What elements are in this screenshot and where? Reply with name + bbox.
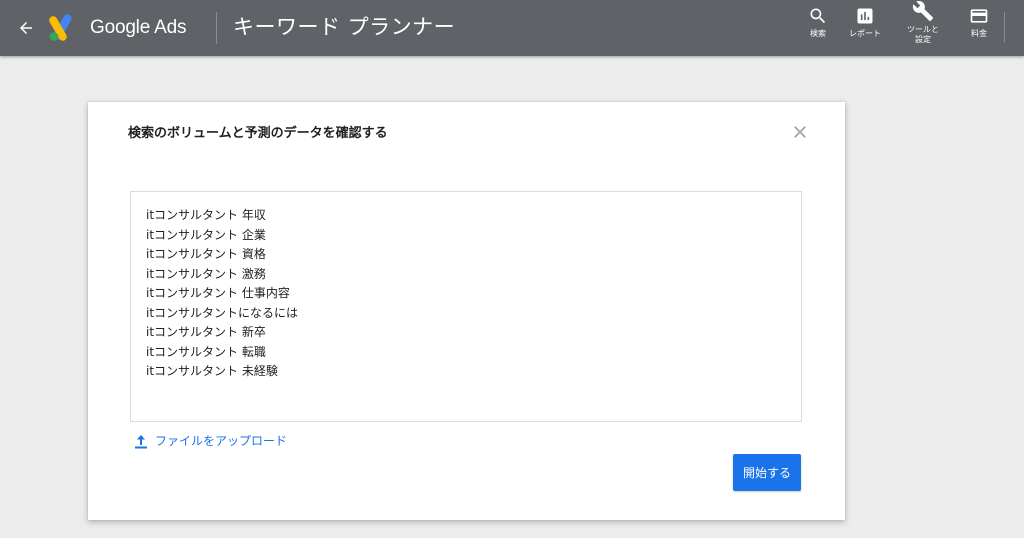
search-icon [810, 8, 826, 24]
header-divider [216, 12, 217, 44]
nav-divider [1004, 12, 1005, 42]
nav-tools-label: ツールと 設定 [907, 25, 939, 44]
nav-search[interactable]: 検索 [808, 6, 828, 39]
keyword-forecast-dialog: 検索のボリュームと予測のデータを確認する itコンサルタント 年収 itコンサル… [88, 102, 845, 520]
nav-billing-label: 料金 [971, 29, 987, 38]
keywords-input[interactable]: itコンサルタント 年収 itコンサルタント 企業 itコンサルタント 資格 i… [130, 191, 802, 422]
nav-billing[interactable]: 料金 [969, 6, 989, 39]
back-arrow-icon[interactable] [14, 16, 38, 40]
nav-tools-settings[interactable]: ツールと 設定 [907, 0, 939, 45]
wrench-icon [912, 1, 934, 22]
nav-report-label: レポート [849, 29, 881, 38]
brand-name[interactable]: Google Ads [90, 15, 186, 41]
nav-report[interactable]: レポート [849, 6, 881, 39]
billing-card-icon [970, 9, 988, 23]
close-icon[interactable] [790, 122, 810, 142]
upload-file-link[interactable]: ファイルをアップロード [134, 432, 287, 449]
page-title: キーワード プランナー [233, 15, 456, 39]
report-icon [857, 8, 873, 24]
dialog-title: 検索のボリュームと予測のデータを確認する [128, 126, 388, 141]
upload-icon [135, 434, 147, 448]
nav-search-label: 検索 [810, 29, 826, 38]
google-ads-logo-icon[interactable] [48, 14, 78, 42]
start-button[interactable]: 開始する [733, 454, 801, 491]
top-app-bar: Google Ads キーワード プランナー 検索 レポート ツールと 設定 料… [0, 0, 1024, 56]
upload-file-label: ファイルをアップロード [155, 434, 288, 448]
